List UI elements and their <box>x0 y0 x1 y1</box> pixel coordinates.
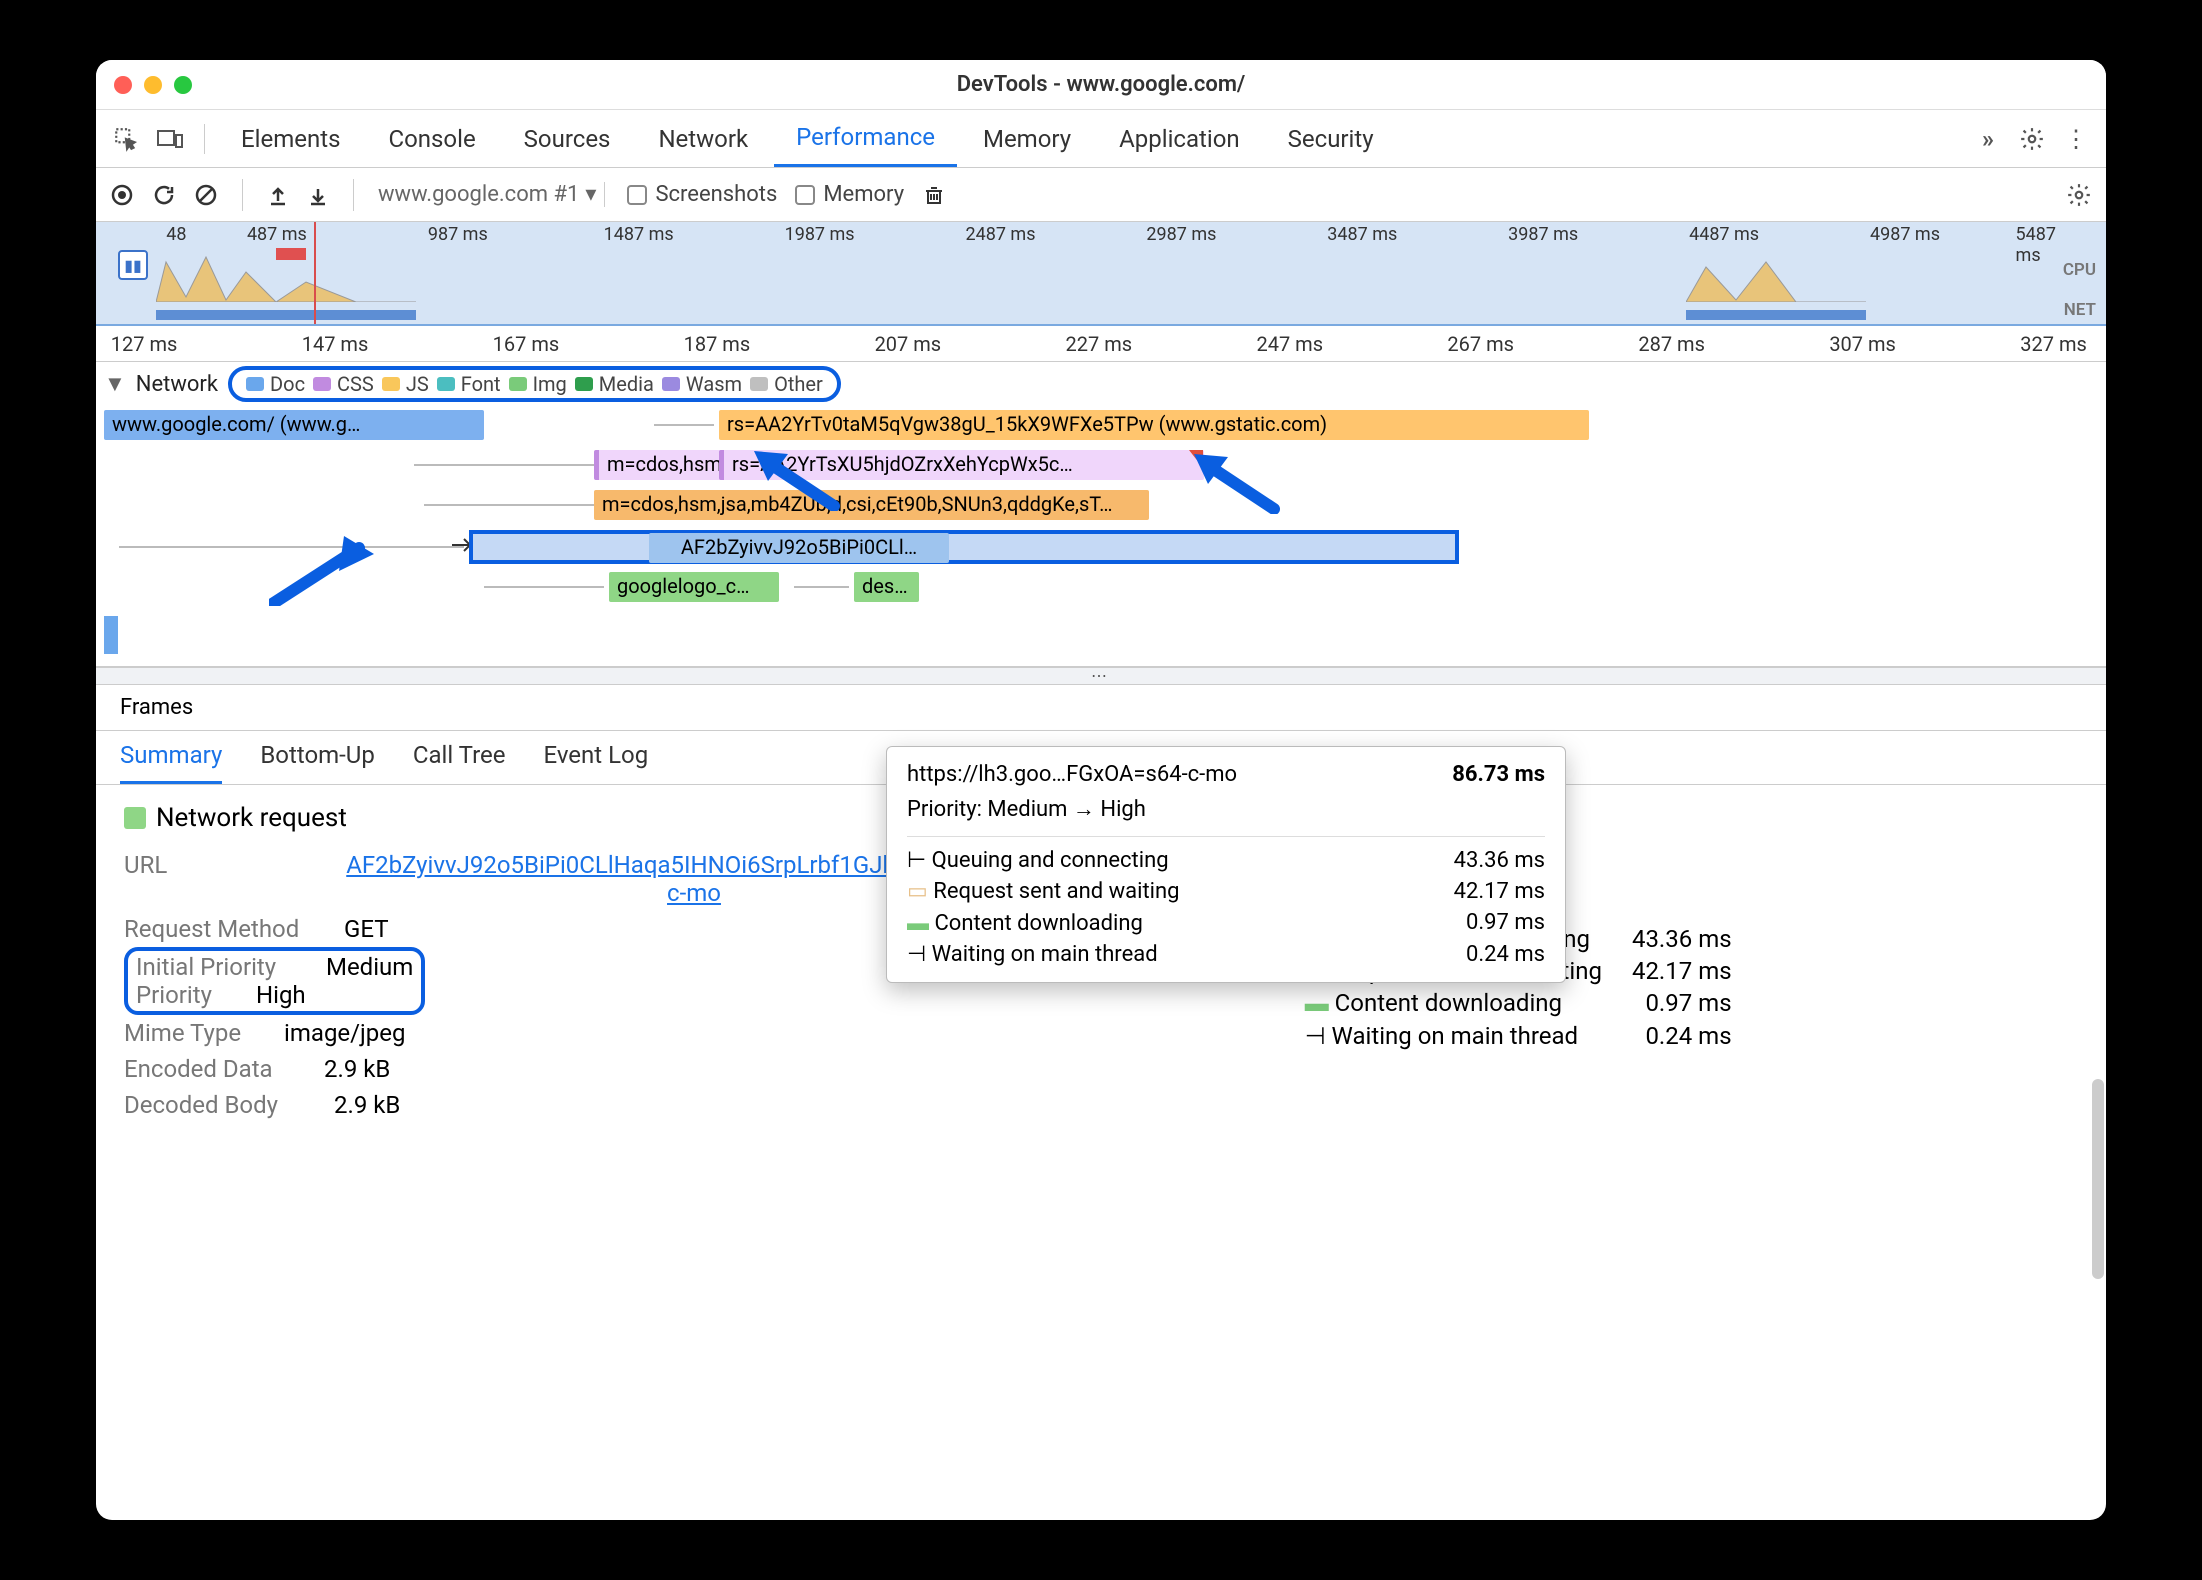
devtools-window: DevTools - www.google.com/ Elements Cons… <box>96 60 2106 1520</box>
pane-divider[interactable]: ⋯ <box>96 667 2106 685</box>
tab-performance[interactable]: Performance <box>774 110 957 167</box>
annotation-arrow-icon <box>754 451 844 511</box>
traffic-lights <box>114 76 192 94</box>
tab-application[interactable]: Application <box>1097 110 1262 167</box>
inspect-icon[interactable] <box>106 126 146 152</box>
reload-button[interactable] <box>152 183 176 207</box>
tab-security[interactable]: Security <box>1266 110 1396 167</box>
initial-priority-value: Medium <box>326 953 413 981</box>
close-button[interactable] <box>114 76 132 94</box>
upload-button[interactable] <box>267 184 289 206</box>
perf-toolbar: www.google.com #1 ▾ Screenshots Memory <box>96 168 2106 222</box>
network-header: Network <box>136 372 218 397</box>
network-panel: ▼ Network Doc CSS JS Font Img Media Wasm… <box>96 362 2106 667</box>
garbage-collect-icon[interactable] <box>922 183 946 207</box>
net-bar-1 <box>156 310 416 320</box>
tab-sources[interactable]: Sources <box>502 110 633 167</box>
request-bar[interactable]: googlelogo_c… <box>609 572 779 602</box>
main-tabs: Elements Console Sources Network Perform… <box>96 110 2106 168</box>
cpu-chart-2 <box>1686 252 1866 302</box>
tooltip-priority: Priority: Medium → High <box>907 790 1545 828</box>
tab-console[interactable]: Console <box>366 110 497 167</box>
download-button[interactable] <box>307 184 329 206</box>
selected-request-bar[interactable] <box>469 530 1459 564</box>
tab-network[interactable]: Network <box>636 110 770 167</box>
network-tracks[interactable]: www.google.com/ (www.g… rs=AA2YrTv0taM5q… <box>104 406 2098 656</box>
timeline-overview[interactable]: 48 487 ms 987 ms 1487 ms 1987 ms 2487 ms… <box>96 222 2106 326</box>
request-bar[interactable]: www.google.com/ (www.g… <box>104 410 484 440</box>
record-button[interactable] <box>110 183 134 207</box>
frames-section[interactable]: Frames <box>96 685 2106 731</box>
resource-color-swatch <box>124 807 146 829</box>
tab-elements[interactable]: Elements <box>219 110 362 167</box>
minimize-button[interactable] <box>144 76 162 94</box>
tooltip-total: 86.73 ms <box>1452 762 1545 787</box>
network-legend: Doc CSS JS Font Img Media Wasm Other <box>228 366 841 402</box>
tab-memory[interactable]: Memory <box>961 110 1093 167</box>
kebab-menu-icon[interactable]: ⋮ <box>2056 125 2096 153</box>
tooltip-title: https://lh3.goo…FGxOA=s64-c-mo <box>907 762 1237 787</box>
priority-value: High <box>256 981 306 1009</box>
request-bar[interactable]: rs=AA2YrTv0taM5qVgw38gU_15kX9WFXe5TPw (w… <box>719 410 1589 440</box>
request-method-value: GET <box>344 915 389 943</box>
page-select-value: www.google.com #1 <box>378 182 579 207</box>
clear-button[interactable] <box>194 183 218 207</box>
maximize-button[interactable] <box>174 76 192 94</box>
chevron-down-icon: ▾ <box>585 182 596 207</box>
request-bar[interactable]: des… <box>854 572 919 602</box>
memory-checkbox[interactable]: Memory <box>795 182 904 207</box>
annotation-arrow-icon <box>1194 454 1284 514</box>
request-bar[interactable]: m=cdos,hsm,jsa,mb4ZUb,d,csi,cEt90b,SNUn3… <box>594 490 1149 520</box>
request-tooltip: https://lh3.goo…FGxOA=s64-c-mo 86.73 ms P… <box>886 746 1566 983</box>
screenshots-checkbox[interactable]: Screenshots <box>627 182 777 207</box>
scrollbar[interactable] <box>2092 1079 2104 1279</box>
net-bar-2 <box>1686 310 1866 320</box>
subtab-event-log[interactable]: Event Log <box>543 741 648 784</box>
encoded-data-value: 2.9 kB <box>324 1055 390 1083</box>
window-title: DevTools - www.google.com/ <box>96 72 2106 97</box>
perf-settings-gear-icon[interactable] <box>2066 182 2092 208</box>
priority-highlight: Initial PriorityMedium PriorityHigh <box>124 947 425 1015</box>
subtab-call-tree[interactable]: Call Tree <box>413 741 506 784</box>
cpu-label: CPU <box>2063 260 2096 280</box>
subtab-bottom-up[interactable]: Bottom-Up <box>260 741 375 784</box>
mime-type-value: image/jpeg <box>284 1019 405 1047</box>
page-select[interactable]: www.google.com #1 ▾ <box>378 182 605 207</box>
titlebar: DevTools - www.google.com/ <box>96 60 2106 110</box>
decoded-body-value: 2.9 kB <box>334 1091 400 1119</box>
more-tabs-icon[interactable]: » <box>1968 125 2008 153</box>
net-label: NET <box>2064 300 2096 320</box>
subtab-summary[interactable]: Summary <box>120 741 222 784</box>
annotation-arrow-icon <box>269 536 379 606</box>
collapse-icon[interactable]: ▼ <box>104 371 126 397</box>
pause-button[interactable]: ▮▮ <box>118 250 148 280</box>
detailed-ruler[interactable]: 127 ms 147 ms 167 ms 187 ms 207 ms 227 m… <box>96 326 2106 362</box>
settings-gear-icon[interactable] <box>2012 126 2052 152</box>
device-toggle-icon[interactable] <box>150 127 190 151</box>
